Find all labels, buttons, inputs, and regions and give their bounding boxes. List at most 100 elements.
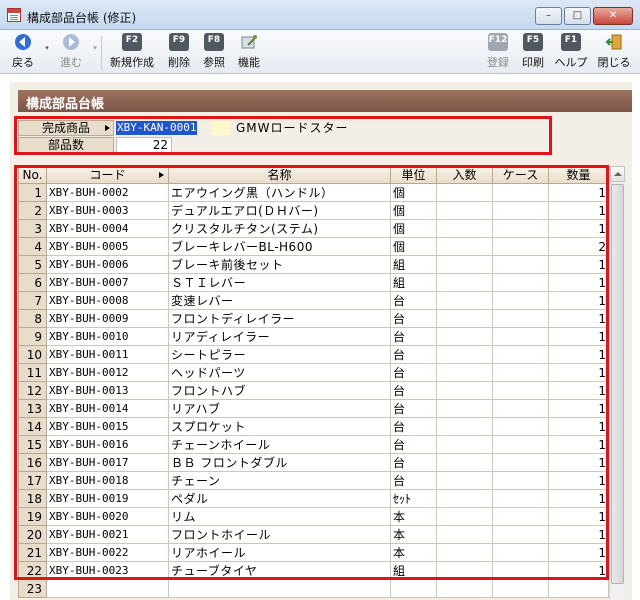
unit-cell[interactable]: 組 <box>390 561 437 580</box>
name-cell[interactable]: チューブタイヤ <box>168 561 391 580</box>
unit-cell[interactable]: 台 <box>390 453 437 472</box>
scroll-up-button[interactable] <box>610 166 625 182</box>
name-cell[interactable]: リアハブ <box>168 399 391 418</box>
inner-qty-cell[interactable] <box>436 489 493 508</box>
code-cell[interactable] <box>46 579 169 598</box>
function-button[interactable]: 機能 <box>234 33 264 70</box>
name-cell[interactable]: リアディレイラー <box>168 327 391 346</box>
name-cell[interactable]: リアホイール <box>168 543 391 562</box>
code-cell[interactable]: XBY-BUH-0020 <box>46 507 169 526</box>
case-cell[interactable] <box>492 471 549 490</box>
inner-qty-cell[interactable] <box>436 561 493 580</box>
quantity-cell[interactable] <box>548 579 609 598</box>
product-code-field-pad[interactable] <box>212 121 230 135</box>
name-cell[interactable]: フロントホイール <box>168 525 391 544</box>
case-cell[interactable] <box>492 489 549 508</box>
name-cell[interactable]: チェーンホイール <box>168 435 391 454</box>
quantity-cell[interactable]: 1 <box>548 381 609 400</box>
code-cell[interactable]: XBY-BUH-0003 <box>46 201 169 220</box>
table-row[interactable]: 12 XBY-BUH-0013 フロントハブ台 1 <box>18 381 609 400</box>
table-row[interactable]: 16 XBY-BUH-0017 ＢＢ フロントダブル台 1 <box>18 453 609 472</box>
table-row[interactable]: 22 XBY-BUH-0023 チューブタイヤ組 1 <box>18 561 609 580</box>
unit-cell[interactable]: 組 <box>390 273 437 292</box>
close-button[interactable]: 閉じる <box>594 33 634 70</box>
row-number-cell[interactable]: 11 <box>18 363 47 382</box>
help-button[interactable]: F1 ヘルプ <box>552 33 590 70</box>
row-number-cell[interactable]: 2 <box>18 201 47 220</box>
inner-qty-cell[interactable] <box>436 201 493 220</box>
unit-cell[interactable]: 本 <box>390 525 437 544</box>
name-cell[interactable]: 変速レバー <box>168 291 391 310</box>
table-row[interactable]: 15 XBY-BUH-0016 チェーンホイール台 1 <box>18 435 609 454</box>
code-cell[interactable]: XBY-BUH-0010 <box>46 327 169 346</box>
row-number-cell[interactable]: 10 <box>18 345 47 364</box>
code-cell[interactable]: XBY-BUH-0018 <box>46 471 169 490</box>
unit-cell[interactable]: 個 <box>390 237 437 256</box>
name-cell[interactable]: チェーン <box>168 471 391 490</box>
quantity-cell[interactable]: 1 <box>548 201 609 220</box>
inner-qty-cell[interactable] <box>436 525 493 544</box>
quantity-cell[interactable]: 2 <box>548 237 609 256</box>
row-number-cell[interactable]: 5 <box>18 255 47 274</box>
row-number-cell[interactable]: 21 <box>18 543 47 562</box>
unit-cell[interactable]: 台 <box>390 363 437 382</box>
code-cell[interactable]: XBY-BUH-0019 <box>46 489 169 508</box>
quantity-cell[interactable]: 1 <box>548 561 609 580</box>
name-cell[interactable]: ブレーキレバーBL-H600 <box>168 237 391 256</box>
inner-qty-cell[interactable] <box>436 219 493 238</box>
code-cell[interactable]: XBY-BUH-0005 <box>46 237 169 256</box>
table-row[interactable]: 23 <box>18 579 609 598</box>
code-cell[interactable]: XBY-BUH-0011 <box>46 345 169 364</box>
register-button[interactable]: F12 登録 <box>483 33 513 70</box>
close-window-button[interactable]: ✕ <box>593 7 633 25</box>
quantity-cell[interactable]: 1 <box>548 309 609 328</box>
case-cell[interactable] <box>492 273 549 292</box>
unit-cell[interactable]: 本 <box>390 543 437 562</box>
name-cell[interactable]: スプロケット <box>168 417 391 436</box>
case-cell[interactable] <box>492 525 549 544</box>
code-cell[interactable]: XBY-BUH-0012 <box>46 363 169 382</box>
unit-cell[interactable]: 台 <box>390 435 437 454</box>
code-cell[interactable]: XBY-BUH-0007 <box>46 273 169 292</box>
case-cell[interactable] <box>492 543 549 562</box>
inner-qty-cell[interactable] <box>436 237 493 256</box>
row-number-cell[interactable]: 17 <box>18 471 47 490</box>
quantity-cell[interactable]: 1 <box>548 363 609 382</box>
unit-cell[interactable]: ｾｯﾄ <box>390 489 437 508</box>
unit-cell[interactable]: 台 <box>390 345 437 364</box>
row-number-cell[interactable]: 8 <box>18 309 47 328</box>
unit-cell[interactable]: 台 <box>390 471 437 490</box>
row-number-cell[interactable]: 6 <box>18 273 47 292</box>
case-cell[interactable] <box>492 435 549 454</box>
case-cell[interactable] <box>492 399 549 418</box>
inner-qty-cell[interactable] <box>436 579 493 598</box>
table-row[interactable]: 21 XBY-BUH-0022 リアホイール本 1 <box>18 543 609 562</box>
forward-dropdown[interactable]: ▾ <box>92 44 98 52</box>
case-cell[interactable] <box>492 201 549 220</box>
column-header-case[interactable]: ケース <box>492 166 549 184</box>
row-number-cell[interactable]: 18 <box>18 489 47 508</box>
case-cell[interactable] <box>492 561 549 580</box>
case-cell[interactable] <box>492 363 549 382</box>
quantity-cell[interactable]: 1 <box>548 399 609 418</box>
row-number-cell[interactable]: 15 <box>18 435 47 454</box>
name-cell[interactable]: クリスタルチタン(ステム) <box>168 219 391 238</box>
row-number-cell[interactable]: 16 <box>18 453 47 472</box>
delete-button[interactable]: F9 削除 <box>164 33 194 70</box>
quantity-cell[interactable]: 1 <box>548 291 609 310</box>
case-cell[interactable] <box>492 381 549 400</box>
case-cell[interactable] <box>492 309 549 328</box>
row-number-cell[interactable]: 22 <box>18 561 47 580</box>
code-cell[interactable]: XBY-BUH-0014 <box>46 399 169 418</box>
case-cell[interactable] <box>492 417 549 436</box>
unit-cell[interactable]: 台 <box>390 381 437 400</box>
inner-qty-cell[interactable] <box>436 363 493 382</box>
table-row[interactable]: 17 XBY-BUH-0018 チェーン台 1 <box>18 471 609 490</box>
code-cell[interactable]: XBY-BUH-0016 <box>46 435 169 454</box>
product-label[interactable]: 完成商品 <box>18 120 114 136</box>
code-cell[interactable]: XBY-BUH-0015 <box>46 417 169 436</box>
quantity-cell[interactable]: 1 <box>548 183 609 202</box>
name-cell[interactable]: ＢＢ フロントダブル <box>168 453 391 472</box>
code-cell[interactable]: XBY-BUH-0002 <box>46 183 169 202</box>
unit-cell[interactable]: 個 <box>390 219 437 238</box>
